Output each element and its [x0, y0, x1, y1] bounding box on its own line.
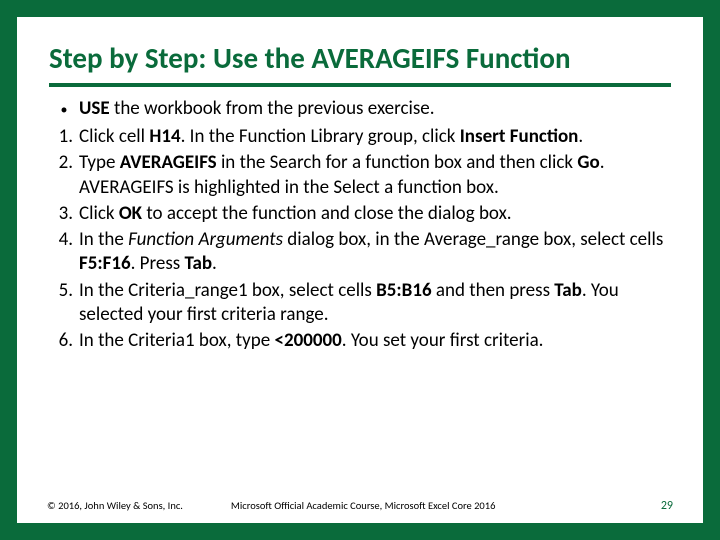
step-text: In the Criteria_range1 box, select cells…: [79, 279, 671, 328]
plain-text: dialog box, in the Average_range box, se…: [283, 228, 663, 251]
plain-text: In the Criteria_range1 box, select cells: [79, 279, 376, 302]
step-text: In the Criteria1 box, type <200000. You …: [79, 329, 671, 353]
plain-text: to accept the function and close the dia…: [142, 202, 512, 225]
slide-title: Step by Step: Use the AVERAGEIFS Functio…: [49, 43, 671, 87]
step-number: 6.: [49, 329, 79, 353]
plain-text: In the: [79, 228, 128, 251]
bold-text: OK: [119, 202, 142, 225]
step-text: Click OK to accept the function and clos…: [79, 202, 671, 226]
plain-text: Type: [79, 151, 120, 174]
step-item: 6.In the Criteria1 box, type <200000. Yo…: [49, 329, 671, 353]
bold-text: F5:F16: [79, 252, 131, 275]
plain-text: Click cell: [79, 125, 149, 148]
bold-text: Tab: [184, 252, 212, 275]
plain-text: In the Criteria1 box, type: [79, 329, 275, 352]
step-item: 3.Click OK to accept the function and cl…: [49, 202, 671, 226]
step-number: 3.: [49, 202, 79, 226]
step-text: Click cell H14. In the Function Library …: [79, 125, 671, 149]
step-text: In the Function Arguments dialog box, in…: [79, 228, 671, 277]
step-number: 2.: [49, 151, 79, 200]
step-item: 1.Click cell H14. In the Function Librar…: [49, 125, 671, 149]
footer-page-number: 29: [661, 499, 673, 513]
footer-course: Microsoft Official Academic Course, Micr…: [183, 499, 661, 512]
bullet-text: USE the workbook from the previous exerc…: [79, 97, 671, 123]
italic-text: Function Arguments: [128, 228, 283, 251]
step-number: 1.: [49, 125, 79, 149]
slide: Step by Step: Use the AVERAGEIFS Functio…: [17, 17, 703, 523]
bold-text: Insert Function: [460, 125, 579, 148]
plain-text: in the Search for a function box and the…: [217, 151, 578, 174]
step-text: Type AVERAGEIFS in the Search for a func…: [79, 151, 671, 200]
bold-text: Go: [577, 151, 599, 174]
bold-text: AVERAGEIFS: [120, 151, 217, 174]
bold-text: B5:B16: [376, 279, 431, 302]
plain-text: and then press: [432, 279, 555, 302]
plain-text: .: [212, 252, 217, 275]
plain-text: . You set your first criteria.: [342, 329, 544, 352]
bold-text: Tab: [554, 279, 582, 302]
plain-text: . In the Function Library group, click: [181, 125, 460, 148]
plain-text: . Press: [131, 252, 185, 275]
plain-text: .: [578, 125, 583, 148]
step-item: 5.In the Criteria_range1 box, select cel…: [49, 279, 671, 328]
bold-text: <200000: [275, 329, 342, 352]
step-number: 4.: [49, 228, 79, 277]
plain-text: Click: [79, 202, 119, 225]
step-item: 2.Type AVERAGEIFS in the Search for a fu…: [49, 151, 671, 200]
bullet-marker: •: [49, 97, 79, 123]
slide-body: • USE the workbook from the previous exe…: [49, 97, 671, 354]
footer-copyright: © 2016, John Wiley & Sons, Inc.: [47, 499, 183, 512]
step-item: 4.In the Function Arguments dialog box, …: [49, 228, 671, 277]
bold-text: H14: [149, 125, 180, 148]
step-number: 5.: [49, 279, 79, 328]
bullet-bold: USE: [79, 97, 110, 120]
bullet-rest: the workbook from the previous exercise.: [110, 97, 435, 120]
slide-footer: © 2016, John Wiley & Sons, Inc. Microsof…: [47, 499, 673, 513]
bullet-item: • USE the workbook from the previous exe…: [49, 97, 671, 123]
